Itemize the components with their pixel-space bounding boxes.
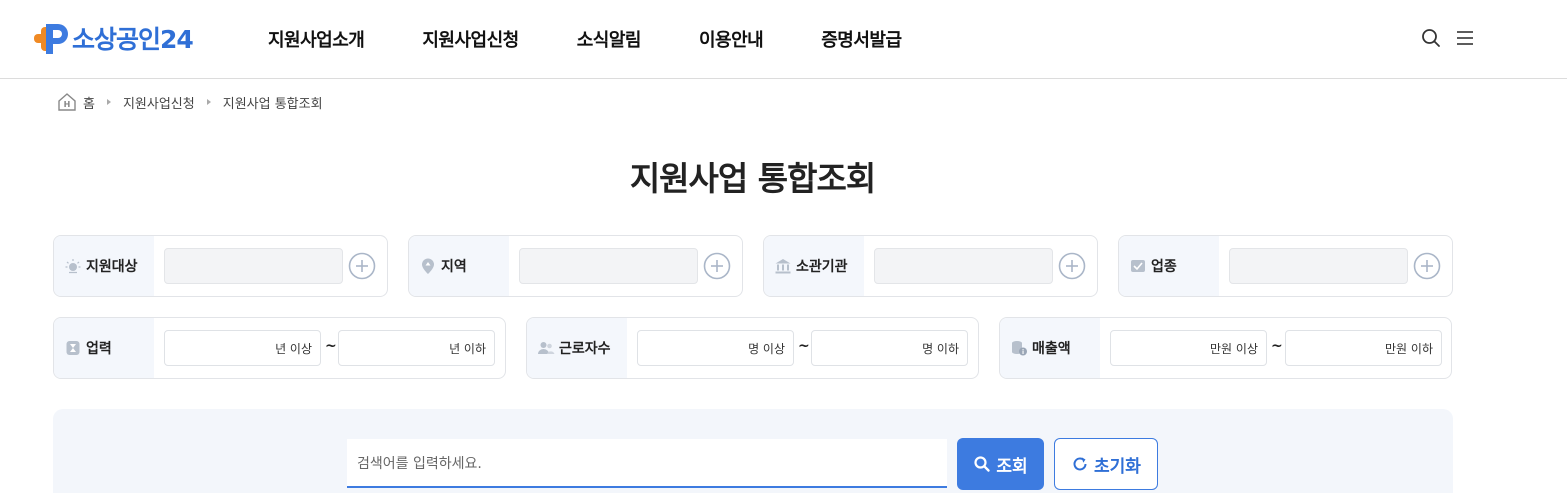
filter-business-years: 업력 년 이상 ~ 년 이하 [53, 317, 506, 379]
coins-icon: i [1012, 341, 1027, 356]
revenue-min-input[interactable]: 만원 이상 [1110, 330, 1267, 366]
plus-circle-icon[interactable] [348, 252, 376, 280]
filter-label: 지원대상 [54, 236, 154, 296]
nav-item-intro[interactable]: 지원사업소개 [268, 26, 365, 52]
header-tools [1420, 27, 1488, 49]
site-logo[interactable]: 소상공인24 [32, 18, 194, 58]
filter-label: 업종 [1119, 236, 1219, 296]
revenue-max-input[interactable]: 만원 이하 [1285, 330, 1442, 366]
filter-label: i 매출액 [1000, 318, 1100, 378]
filter-region: 지역 [408, 235, 743, 297]
main-nav: 지원사업소개 지원사업신청 소식알림 이용안내 증명서발급 [268, 26, 960, 52]
filter-support-target: 지원대상 [53, 235, 388, 297]
range-separator: ~ [1271, 338, 1283, 354]
chevron-right-icon [206, 99, 211, 105]
filter-agency: 소관기관 [763, 235, 1098, 297]
search-input[interactable]: 검색어를 입력하세요. [347, 439, 947, 488]
page-title: 지원사업 통합조회 [629, 159, 876, 198]
filter-employees: 근로자수 명 이상 ~ 명 이하 [526, 317, 979, 379]
site-header: 소상공인24 지원사업소개 지원사업신청 소식알림 이용안내 증명서발급 [0, 0, 1567, 79]
support-target-field[interactable] [164, 248, 343, 284]
svg-text:i: i [1022, 349, 1024, 356]
filter-label-text: 소관기관 [796, 259, 848, 275]
search-button[interactable]: 조회 [957, 438, 1044, 490]
agency-field[interactable] [874, 248, 1053, 284]
filter-label-text: 지역 [441, 259, 467, 275]
search-button-label: 조회 [996, 456, 1028, 477]
filter-label: 지역 [409, 236, 509, 296]
nav-item-apply[interactable]: 지원사업신청 [422, 26, 519, 52]
logo-icon [34, 24, 68, 54]
logo-text: 소상공인24 [72, 25, 194, 54]
home-icon[interactable]: H [57, 92, 77, 112]
employees-min-input[interactable]: 명 이상 [637, 330, 794, 366]
filter-label: 업력 [54, 318, 154, 378]
employees-max-input[interactable]: 명 이하 [811, 330, 968, 366]
filter-label: 소관기관 [764, 236, 864, 296]
search-panel: 검색어를 입력하세요. 조회 초기화 [53, 409, 1453, 493]
nav-item-certificate[interactable]: 증명서발급 [821, 26, 902, 52]
filter-revenue: i 매출액 만원 이상 ~ 만원 이하 [999, 317, 1452, 379]
filter-industry: 업종 [1118, 235, 1453, 297]
refresh-icon [1073, 457, 1087, 471]
plus-circle-icon[interactable] [703, 252, 731, 280]
breadcrumb-current: 지원사업 통합조회 [222, 96, 323, 112]
filter-label-text: 매출액 [1032, 341, 1071, 357]
breadcrumb: H 홈 지원사업신청 지원사업 통합조회 [57, 92, 323, 112]
industry-field[interactable] [1229, 248, 1408, 284]
hourglass-icon [66, 341, 80, 355]
building-icon [775, 259, 791, 274]
location-pin-icon [422, 258, 434, 274]
lightbulb-icon [65, 259, 81, 274]
filter-label-text: 지원대상 [86, 259, 138, 275]
chevron-right-icon [106, 99, 111, 105]
breadcrumb-home[interactable]: 홈 [83, 93, 95, 112]
people-icon [538, 342, 555, 354]
nav-item-guide[interactable]: 이용안내 [699, 26, 764, 52]
region-field[interactable] [519, 248, 698, 284]
plus-circle-icon[interactable] [1058, 252, 1086, 280]
briefcase-icon [1131, 260, 1145, 272]
search-icon [974, 456, 991, 472]
reset-button-label: 초기화 [1094, 456, 1141, 477]
filter-label: 근로자수 [527, 318, 627, 378]
search-icon[interactable] [1420, 27, 1442, 49]
filter-label-text: 업력 [86, 341, 112, 357]
breadcrumb-apply[interactable]: 지원사업신청 [123, 93, 195, 112]
business-years-max-input[interactable]: 년 이하 [338, 330, 495, 366]
plus-circle-icon[interactable] [1413, 252, 1441, 280]
business-years-min-input[interactable]: 년 이상 [164, 330, 321, 366]
range-separator: ~ [325, 338, 337, 354]
filter-label-text: 근로자수 [559, 341, 611, 357]
range-separator: ~ [798, 338, 810, 354]
nav-item-news[interactable]: 소식알림 [577, 26, 642, 52]
reset-button[interactable]: 초기화 [1054, 438, 1158, 490]
svg-text:H: H [64, 100, 71, 109]
menu-icon[interactable] [1454, 27, 1476, 49]
filter-label-text: 업종 [1151, 259, 1177, 275]
